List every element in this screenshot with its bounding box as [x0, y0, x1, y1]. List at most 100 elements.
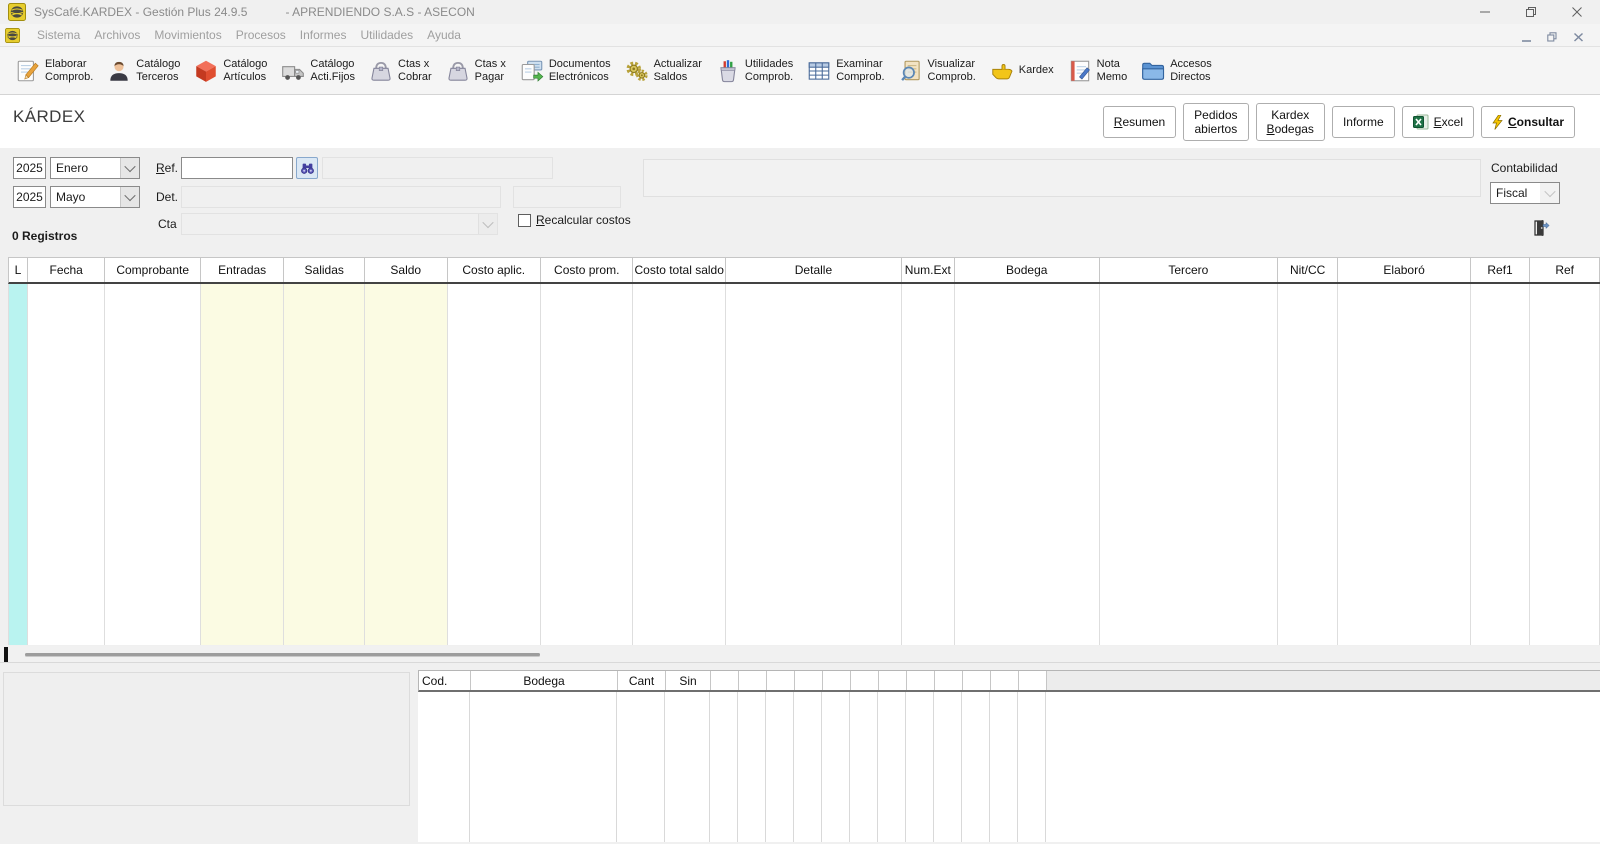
main-table-column — [1471, 284, 1531, 645]
main-table-column-header[interactable]: Ref1 — [1471, 258, 1531, 282]
resumen-button[interactable]: Resumen — [1103, 106, 1176, 138]
menu-archivos[interactable]: Archivos — [87, 28, 147, 42]
bodega-table-column — [934, 692, 962, 842]
recalcular-costos-option[interactable]: Recalcular costos — [518, 213, 631, 227]
bodega-table-column-header[interactable]: Bodega — [471, 671, 618, 690]
bodega-table-column-header[interactable] — [963, 671, 991, 690]
bodega-table-column-header[interactable] — [879, 671, 907, 690]
kardex-content: 2025 Enero Ref. Contabilidad Fiscal 2025… — [0, 148, 1600, 844]
main-table-column-header[interactable]: Elaboró — [1338, 258, 1470, 282]
main-table-column-header[interactable]: Salidas — [284, 258, 365, 282]
main-table-column-header[interactable]: Nit/CC — [1278, 258, 1339, 282]
scrollbar-thumb[interactable] — [25, 653, 540, 656]
binoculars-icon — [300, 162, 315, 175]
year-from-input[interactable]: 2025 — [13, 157, 46, 179]
main-table-column — [541, 284, 633, 645]
toolbar-elaborar-comprob[interactable]: ElaborarComprob. — [13, 50, 95, 92]
bodega-table-column-header[interactable] — [851, 671, 879, 690]
main-table-column-header[interactable]: Tercero — [1100, 258, 1278, 282]
informe-button[interactable]: Informe — [1332, 106, 1395, 138]
info-panel — [643, 159, 1481, 197]
main-table-column-header[interactable]: Saldo — [365, 258, 448, 282]
close-icon — [1571, 6, 1583, 18]
menu-utilidades[interactable]: Utilidades — [353, 28, 420, 42]
mdi-close-button[interactable] — [1570, 28, 1586, 42]
main-table-column-header[interactable]: Comprobante — [105, 258, 200, 282]
toolbar-catalogo-terceros[interactable]: CatálogoTerceros — [104, 50, 182, 92]
main-table-column-header[interactable]: L — [9, 258, 28, 282]
main-table-column-header[interactable]: Entradas — [201, 258, 285, 282]
bodega-table-column-header[interactable] — [711, 671, 739, 690]
bodega-table-column-header[interactable] — [739, 671, 767, 690]
main-table-column-header[interactable]: Costo aplic. — [448, 258, 541, 282]
main-table-column — [955, 284, 1100, 645]
toolbar-ctas-x-cobrar[interactable]: Ctas xCobrar — [366, 50, 434, 92]
toolbar-ctas-x-pagar[interactable]: Ctas xPagar — [443, 50, 508, 92]
toolbar-utilidades-comprob[interactable]: UtilidadesComprob. — [713, 50, 795, 92]
main-table-column-header[interactable]: Detalle — [726, 258, 902, 282]
recalcular-checkbox[interactable] — [518, 214, 531, 227]
main-table-column — [633, 284, 725, 645]
bodega-table-column-header[interactable]: Sin — [666, 671, 711, 690]
bodega-table-column-header[interactable] — [823, 671, 851, 690]
contabilidad-select[interactable]: Fiscal — [1490, 182, 1560, 204]
horizontal-scrollbar[interactable] — [0, 646, 1600, 663]
toolbar-visualizar-comprob[interactable]: VisualizarComprob. — [896, 50, 978, 92]
pedidos-abiertos-button[interactable]: Pedidos abiertos — [1183, 103, 1248, 141]
main-table-column-header[interactable]: Costo total saldo — [633, 258, 725, 282]
chevron-down-icon — [1540, 183, 1559, 203]
year-to-input[interactable]: 2025 — [13, 186, 46, 208]
menu-procesos[interactable]: Procesos — [229, 28, 293, 42]
toolbar-kardex[interactable]: Kardex — [987, 50, 1056, 92]
main-table-column-header[interactable]: Num.Ext — [902, 258, 955, 282]
toolbar-actualizar-saldos[interactable]: ActualizarSaldos — [622, 50, 704, 92]
mdi-restore-button[interactable] — [1544, 28, 1560, 42]
red-cube-icon — [193, 58, 219, 84]
menu-ayuda[interactable]: Ayuda — [420, 28, 468, 42]
bodega-table-column-header[interactable]: Cant — [618, 671, 666, 690]
menu-sistema[interactable]: Sistema — [30, 28, 87, 42]
bodega-table-column-header[interactable]: Cod. — [419, 671, 471, 690]
toolbar-catalogo-articulos[interactable]: CatálogoArtículos — [191, 50, 269, 92]
bodega-table-column-header[interactable] — [935, 671, 963, 690]
month-from-select[interactable]: Enero — [50, 157, 140, 179]
ref-input[interactable] — [181, 157, 293, 179]
main-table-column-header[interactable]: Costo prom. — [541, 258, 633, 282]
toolbar-documentos-electronicos[interactable]: DocumentosElectrónicos — [517, 50, 613, 92]
restore-icon — [1525, 6, 1537, 18]
month-to-select[interactable]: Mayo — [50, 186, 140, 208]
main-table-column-header[interactable]: Bodega — [955, 258, 1100, 282]
bodega-table-column-header[interactable] — [767, 671, 795, 690]
bodega-table-column — [906, 692, 934, 842]
bodega-table-column-header[interactable] — [795, 671, 823, 690]
excel-button[interactable]: Excel — [1402, 106, 1474, 138]
bodega-table-column — [794, 692, 822, 842]
close-button[interactable] — [1554, 0, 1600, 24]
exit-button[interactable] — [1530, 218, 1550, 238]
menu-informes[interactable]: Informes — [293, 28, 354, 42]
search-button[interactable] — [296, 157, 318, 179]
toolbar-examinar-comprob[interactable]: ExaminarComprob. — [804, 50, 886, 92]
main-table-column-header[interactable]: Fecha — [28, 258, 106, 282]
main-table-column — [902, 284, 955, 645]
toolbar-nota-memo[interactable]: NotaMemo — [1065, 50, 1130, 92]
bodega-table-column — [1018, 692, 1046, 842]
consultar-button[interactable]: Consultar — [1481, 106, 1575, 138]
minimize-button[interactable] — [1462, 0, 1508, 24]
ref-label: Ref. — [156, 161, 178, 175]
main-table-column — [28, 284, 106, 645]
bodega-table-column-header[interactable] — [907, 671, 935, 690]
kardex-bodegas-button[interactable]: Kardex Bodegas — [1256, 103, 1325, 141]
main-table-column — [284, 284, 365, 645]
main-table-column-header[interactable]: Ref — [1530, 258, 1600, 282]
mdi-minimize-button[interactable] — [1518, 28, 1534, 42]
restore-button[interactable] — [1508, 0, 1554, 24]
toolbar-accesos-directos[interactable]: AccesosDirectos — [1138, 50, 1214, 92]
menu-movimientos[interactable]: Movimientos — [147, 28, 228, 42]
det-field — [181, 186, 501, 208]
bodega-table-column-header[interactable] — [991, 671, 1019, 690]
main-table-column — [105, 284, 200, 645]
toolbar-catalogo-actifijos[interactable]: CatálogoActi.Fijos — [278, 50, 357, 92]
bodega-table-column — [990, 692, 1018, 842]
bodega-table-column-header[interactable] — [1019, 671, 1047, 690]
